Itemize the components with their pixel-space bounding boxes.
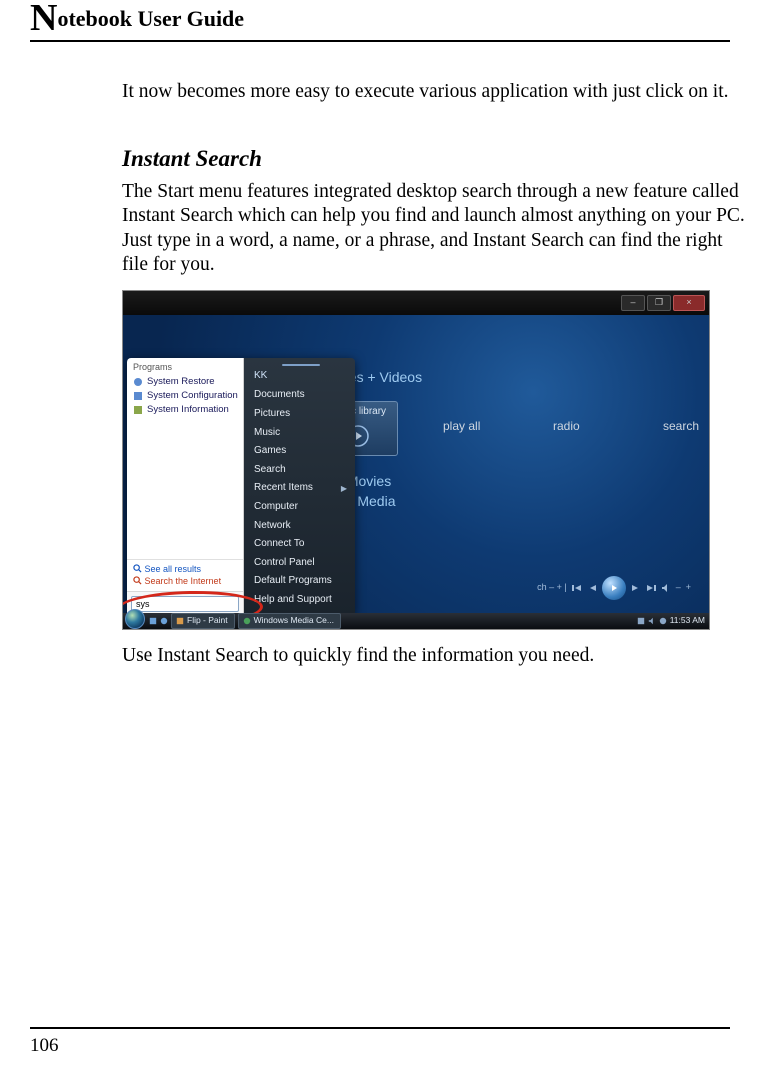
- right-item-search[interactable]: Search: [252, 461, 349, 480]
- section-paragraph: The Start menu features integrated deskt…: [122, 180, 748, 278]
- mc-radio[interactable]: radio: [553, 419, 580, 434]
- internet-search-icon: [133, 576, 142, 585]
- right-item-label: Default Programs: [254, 575, 332, 588]
- volume-icon[interactable]: [661, 583, 671, 593]
- right-item-label: Search: [254, 464, 286, 477]
- forward-icon[interactable]: [631, 583, 641, 593]
- search-internet-link[interactable]: Search the Internet: [133, 576, 237, 587]
- quick-launch-icon[interactable]: [149, 617, 157, 625]
- system-info-icon: [133, 405, 143, 415]
- close-button[interactable]: ×: [673, 295, 705, 311]
- rewind-icon[interactable]: [587, 583, 597, 593]
- page-header: Notebook User Guide: [30, 0, 730, 42]
- right-item-label: Music: [254, 427, 280, 440]
- right-item-pictures[interactable]: Pictures: [252, 405, 349, 424]
- page-number: 106: [30, 1035, 730, 1057]
- programs-list: Programs System Restore System Configura…: [127, 358, 243, 419]
- taskbar-clock[interactable]: 11:53 AM: [670, 615, 705, 626]
- screenshot: – ❐ × Pictures + Videos Music music libr…: [122, 290, 710, 630]
- programs-header: Programs: [133, 362, 239, 375]
- right-item-controlpanel[interactable]: Control Panel: [252, 554, 349, 573]
- program-label: System Information: [147, 404, 229, 416]
- media-center-icon: [243, 617, 251, 625]
- start-menu-right-pane: KK Documents Pictures Music Games Search…: [244, 358, 355, 616]
- right-item-label: Documents: [254, 389, 305, 402]
- right-item-label: Computer: [254, 501, 298, 514]
- caption-paragraph: Use Instant Search to quickly find the i…: [122, 644, 748, 669]
- program-label: System Restore: [147, 376, 215, 388]
- tray-network-icon[interactable]: [659, 617, 667, 625]
- right-item-label: Control Panel: [254, 557, 315, 570]
- right-item-label: Games: [254, 445, 286, 458]
- mc-search[interactable]: search: [663, 419, 699, 434]
- program-item[interactable]: System Restore: [133, 375, 239, 389]
- play-icon: [609, 583, 619, 593]
- system-config-icon: [133, 391, 143, 401]
- right-item-connect[interactable]: Connect To: [252, 535, 349, 554]
- right-item-computer[interactable]: Computer: [252, 498, 349, 517]
- see-all-label: See all results: [145, 564, 202, 574]
- header-title: Notebook User Guide: [30, 0, 730, 40]
- right-item-default-programs[interactable]: Default Programs: [252, 572, 349, 591]
- page-footer: 106: [30, 1027, 730, 1057]
- vol-plus[interactable]: +: [686, 582, 691, 593]
- taskbar: Flip - Paint Windows Media Ce... 11:53 A…: [123, 613, 709, 629]
- instant-search-input[interactable]: [131, 596, 239, 612]
- vol-minus[interactable]: –: [676, 582, 681, 593]
- search-footer-links: See all results Search the Internet: [127, 559, 243, 591]
- program-label: System Configuration: [147, 390, 238, 402]
- right-item-label: Pictures: [254, 408, 290, 421]
- task-label: Windows Media Ce...: [254, 615, 334, 626]
- right-item-music[interactable]: Music: [252, 424, 349, 443]
- section-heading: Instant Search: [122, 145, 748, 174]
- minimize-button[interactable]: –: [621, 295, 645, 311]
- tray-volume-icon[interactable]: [648, 617, 656, 625]
- right-item-label: Recent Items: [254, 482, 313, 495]
- mc-ch-indicator: ch – + |: [537, 582, 567, 593]
- header-dropcap: N: [30, 0, 57, 39]
- taskbar-task-mediacenter[interactable]: Windows Media Ce...: [238, 613, 341, 629]
- footer-rule: [30, 1027, 730, 1029]
- search-icon: [133, 564, 142, 573]
- system-tray: 11:53 AM: [637, 615, 709, 626]
- right-item-recent[interactable]: Recent Items ▶: [252, 479, 349, 498]
- rewind-full-icon[interactable]: [572, 583, 582, 593]
- program-item[interactable]: System Information: [133, 403, 239, 417]
- search-internet-label: Search the Internet: [145, 576, 222, 586]
- window-titlebar: – ❐ ×: [123, 291, 709, 315]
- right-item-network[interactable]: Network: [252, 517, 349, 536]
- submenu-arrow-icon: ▶: [341, 484, 347, 494]
- mc-play-all[interactable]: play all: [443, 419, 480, 434]
- right-item-documents[interactable]: Documents: [252, 386, 349, 405]
- username-label: KK: [252, 370, 349, 383]
- right-item-label: Connect To: [254, 538, 304, 551]
- right-item-label: Network: [254, 520, 291, 533]
- tray-icon[interactable]: [637, 617, 645, 625]
- taskbar-task-paint[interactable]: Flip - Paint: [171, 613, 235, 629]
- mc-control-bar: ch – + | – +: [537, 578, 691, 598]
- user-avatar[interactable]: [282, 364, 320, 366]
- start-menu: Programs System Restore System Configura…: [127, 358, 355, 616]
- intro-paragraph: It now becomes more easy to execute vari…: [122, 80, 748, 105]
- system-restore-icon: [133, 377, 143, 387]
- play-button[interactable]: [602, 576, 626, 600]
- quick-launch-icon[interactable]: [160, 617, 168, 625]
- program-item[interactable]: System Configuration: [133, 389, 239, 403]
- start-orb[interactable]: [125, 609, 145, 629]
- start-menu-left-pane: Programs System Restore System Configura…: [127, 358, 244, 616]
- task-label: Flip - Paint: [187, 615, 228, 626]
- content-area: It now becomes more easy to execute vari…: [122, 80, 748, 678]
- right-item-games[interactable]: Games: [252, 442, 349, 461]
- paint-icon: [176, 617, 184, 625]
- forward-full-icon[interactable]: [646, 583, 656, 593]
- header-title-rest: otebook User Guide: [57, 6, 244, 31]
- see-all-results-link[interactable]: See all results: [133, 564, 237, 575]
- header-rule: [30, 40, 730, 42]
- right-item-label: Help and Support: [254, 594, 332, 607]
- right-item-help[interactable]: Help and Support: [252, 591, 349, 610]
- maximize-button[interactable]: ❐: [647, 295, 671, 311]
